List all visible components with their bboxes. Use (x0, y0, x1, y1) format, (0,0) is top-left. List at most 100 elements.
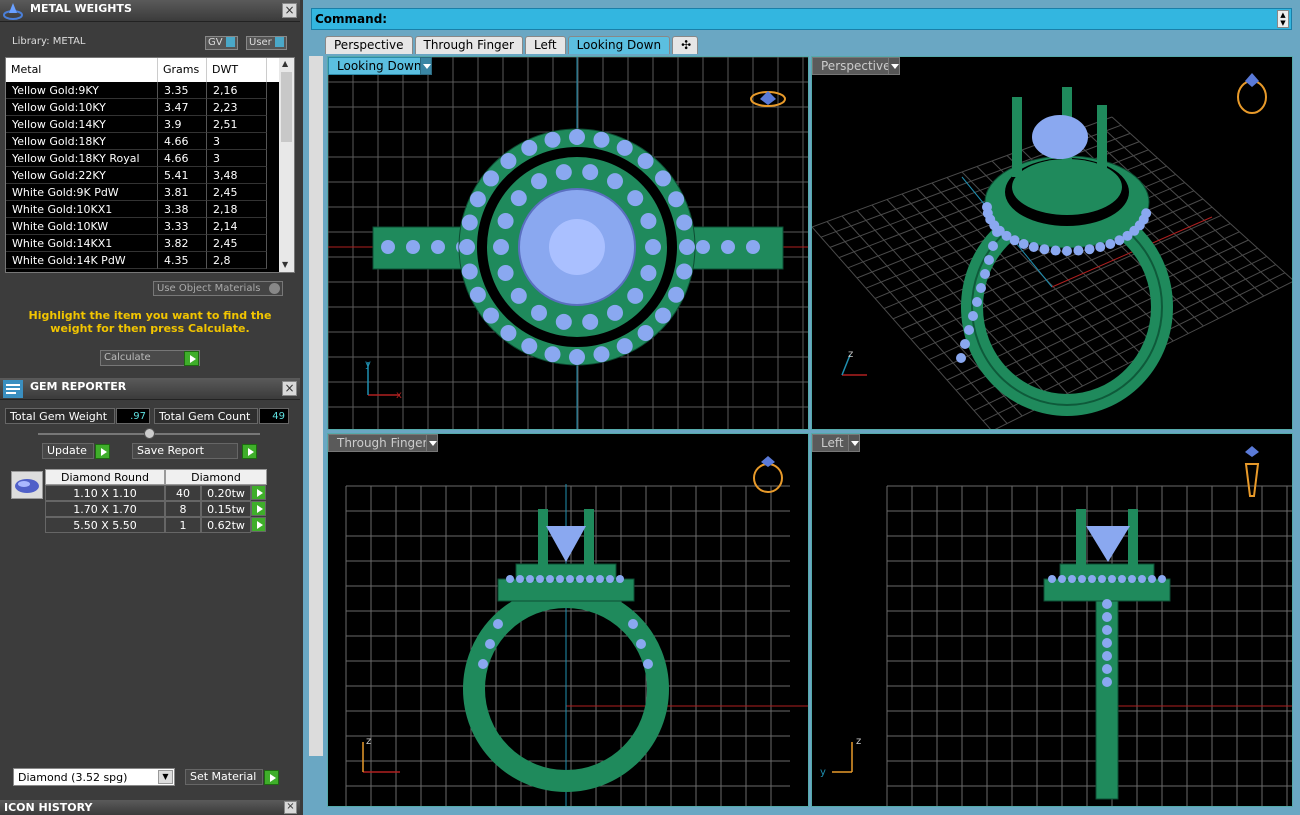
gem-stone (956, 353, 966, 363)
table-cell: Yellow Gold:14KY (6, 116, 158, 133)
tab-looking-down[interactable]: Looking Down (567, 36, 671, 54)
table-row[interactable]: White Gold:10KW 3.33 2,14 (6, 218, 294, 235)
gem-stone (493, 239, 509, 255)
gv-toggle[interactable]: GV (205, 36, 238, 50)
ring-icon (753, 456, 783, 493)
close-icon[interactable]: × (282, 3, 297, 18)
viewport-looking-down[interactable]: x y Looking Down (327, 56, 809, 430)
gem-stone (555, 164, 572, 181)
viewport-label-through-finger[interactable]: Through Finger (328, 434, 437, 452)
slider-knob[interactable] (144, 428, 155, 439)
tab-left[interactable]: Left (525, 36, 566, 54)
gem-stone (640, 213, 657, 230)
save-report-play-icon[interactable] (242, 444, 257, 459)
axis-z-label: z (848, 349, 853, 360)
ring-icon (750, 91, 786, 107)
table-cell: 3 (207, 133, 267, 150)
gem-stone (1073, 245, 1084, 256)
table-row[interactable]: Yellow Gold:22KY 5.41 3,48 (6, 167, 294, 184)
save-report-button[interactable]: Save Report (132, 443, 238, 459)
close-icon[interactable]: × (282, 381, 297, 396)
gem-stone (1078, 575, 1086, 583)
gem-row[interactable]: 1.10 X 1.10 40 0.20tw (45, 485, 267, 501)
tab-perspective[interactable]: Perspective (325, 36, 413, 54)
viewport-label-perspective[interactable]: Perspective (812, 57, 900, 75)
gem-row[interactable]: 5.50 X 5.50 1 0.62tw (45, 517, 267, 533)
calculate-play-icon[interactable] (184, 351, 199, 366)
column-metal[interactable]: Metal (6, 58, 158, 82)
table-cell: 4.66 (158, 150, 207, 167)
viewport-label-left[interactable]: Left (812, 434, 853, 452)
table-cell: White Gold:10KW (6, 218, 158, 235)
use-object-materials-checkbox[interactable]: Use Object Materials (153, 281, 283, 296)
table-cell: Yellow Gold:9KY (6, 82, 158, 99)
gem-row[interactable]: 1.70 X 1.70 8 0.15tw (45, 501, 267, 517)
gem-cell: 1.10 X 1.10 (45, 485, 165, 501)
gem-stone (544, 346, 561, 363)
gem-stone (431, 240, 445, 254)
use-object-materials-label: Use Object Materials (157, 283, 261, 294)
gem-stone (1050, 245, 1061, 256)
table-row[interactable]: White Gold:9K PdW 3.81 2,45 (6, 184, 294, 201)
gem-stone (593, 131, 610, 148)
gem-stone (655, 170, 672, 187)
gem-stone (679, 239, 695, 255)
table-row[interactable]: Yellow Gold:9KY 3.35 2,16 (6, 82, 294, 99)
user-toggle[interactable]: User (246, 36, 287, 50)
viewport-left[interactable]: z y Left (811, 433, 1293, 807)
column-dwt[interactable]: DWT (207, 58, 267, 82)
gem-stone (968, 311, 978, 321)
table-cell: 2,14 (207, 218, 267, 235)
update-play-icon[interactable] (95, 444, 110, 459)
gem-thumbnail[interactable] (11, 471, 43, 499)
update-button[interactable]: Update (42, 443, 94, 459)
gem-stone (607, 173, 623, 190)
icon-history-header: ICON HISTORY × (0, 800, 300, 815)
gem-stone (1039, 244, 1050, 255)
scroll-down-icon[interactable]: ▼ (282, 260, 288, 269)
gem-stone (668, 191, 685, 208)
chevron-down-icon[interactable]: ▼ (158, 770, 173, 784)
gem-cell: 1 (165, 517, 201, 533)
column-grams[interactable]: Grams (158, 58, 207, 82)
table-row[interactable]: Yellow Gold:14KY 3.9 2,51 (6, 116, 294, 133)
user-toggle-label: User (249, 37, 272, 48)
gem-stone (616, 139, 633, 156)
set-material-button[interactable]: Set Material (185, 769, 263, 785)
left-render: z y (820, 446, 1292, 806)
gem-stone (1128, 575, 1136, 583)
chevron-down-icon[interactable] (420, 57, 432, 75)
viewport-label-looking-down[interactable]: Looking Down (328, 57, 431, 75)
table-row[interactable]: White Gold:14KX1 3.82 2,45 (6, 235, 294, 252)
material-select[interactable]: Diamond (3.52 spg) ▼ (13, 768, 175, 786)
chevron-down-icon[interactable] (888, 57, 900, 75)
gem-stone (510, 287, 527, 304)
side-toolstrip[interactable] (309, 56, 323, 756)
viewport-through-finger[interactable]: z Through Finger (327, 433, 809, 807)
gem-stone (984, 255, 994, 265)
tab-through-finger[interactable]: Through Finger (414, 36, 523, 54)
table-row[interactable]: White Gold:10KX1 3.38 2,18 (6, 201, 294, 218)
close-icon[interactable]: × (284, 801, 297, 814)
command-spinner[interactable]: ▲ ▼ (1277, 10, 1289, 28)
gem-stone (500, 152, 517, 169)
chevron-down-icon[interactable] (426, 434, 438, 452)
table-row[interactable]: Yellow Gold:18KY Royal 4.66 3 (6, 150, 294, 167)
table-row[interactable]: White Gold:14K PdW 4.35 2,8 (6, 252, 294, 269)
scroll-thumb[interactable] (281, 72, 292, 142)
gem-slider[interactable] (38, 428, 260, 439)
row-play-icon[interactable] (251, 517, 266, 532)
gem-stone (1148, 575, 1156, 583)
command-bar[interactable]: Command: ▲ ▼ (311, 8, 1292, 30)
table-row[interactable]: Yellow Gold:18KY 4.66 3 (6, 133, 294, 150)
scroll-up-icon[interactable]: ▲ (282, 59, 288, 68)
metal-table-scrollbar[interactable]: ▲ ▼ (279, 58, 294, 272)
gem-stone (586, 575, 594, 583)
add-tab-icon[interactable]: ✣ (672, 36, 699, 54)
row-play-icon[interactable] (251, 485, 266, 500)
chevron-down-icon[interactable] (848, 434, 860, 452)
set-material-play-icon[interactable] (264, 770, 279, 785)
row-play-icon[interactable] (251, 501, 266, 516)
viewport-perspective[interactable]: z Perspective (811, 56, 1293, 430)
table-row[interactable]: Yellow Gold:10KY 3.47 2,23 (6, 99, 294, 116)
